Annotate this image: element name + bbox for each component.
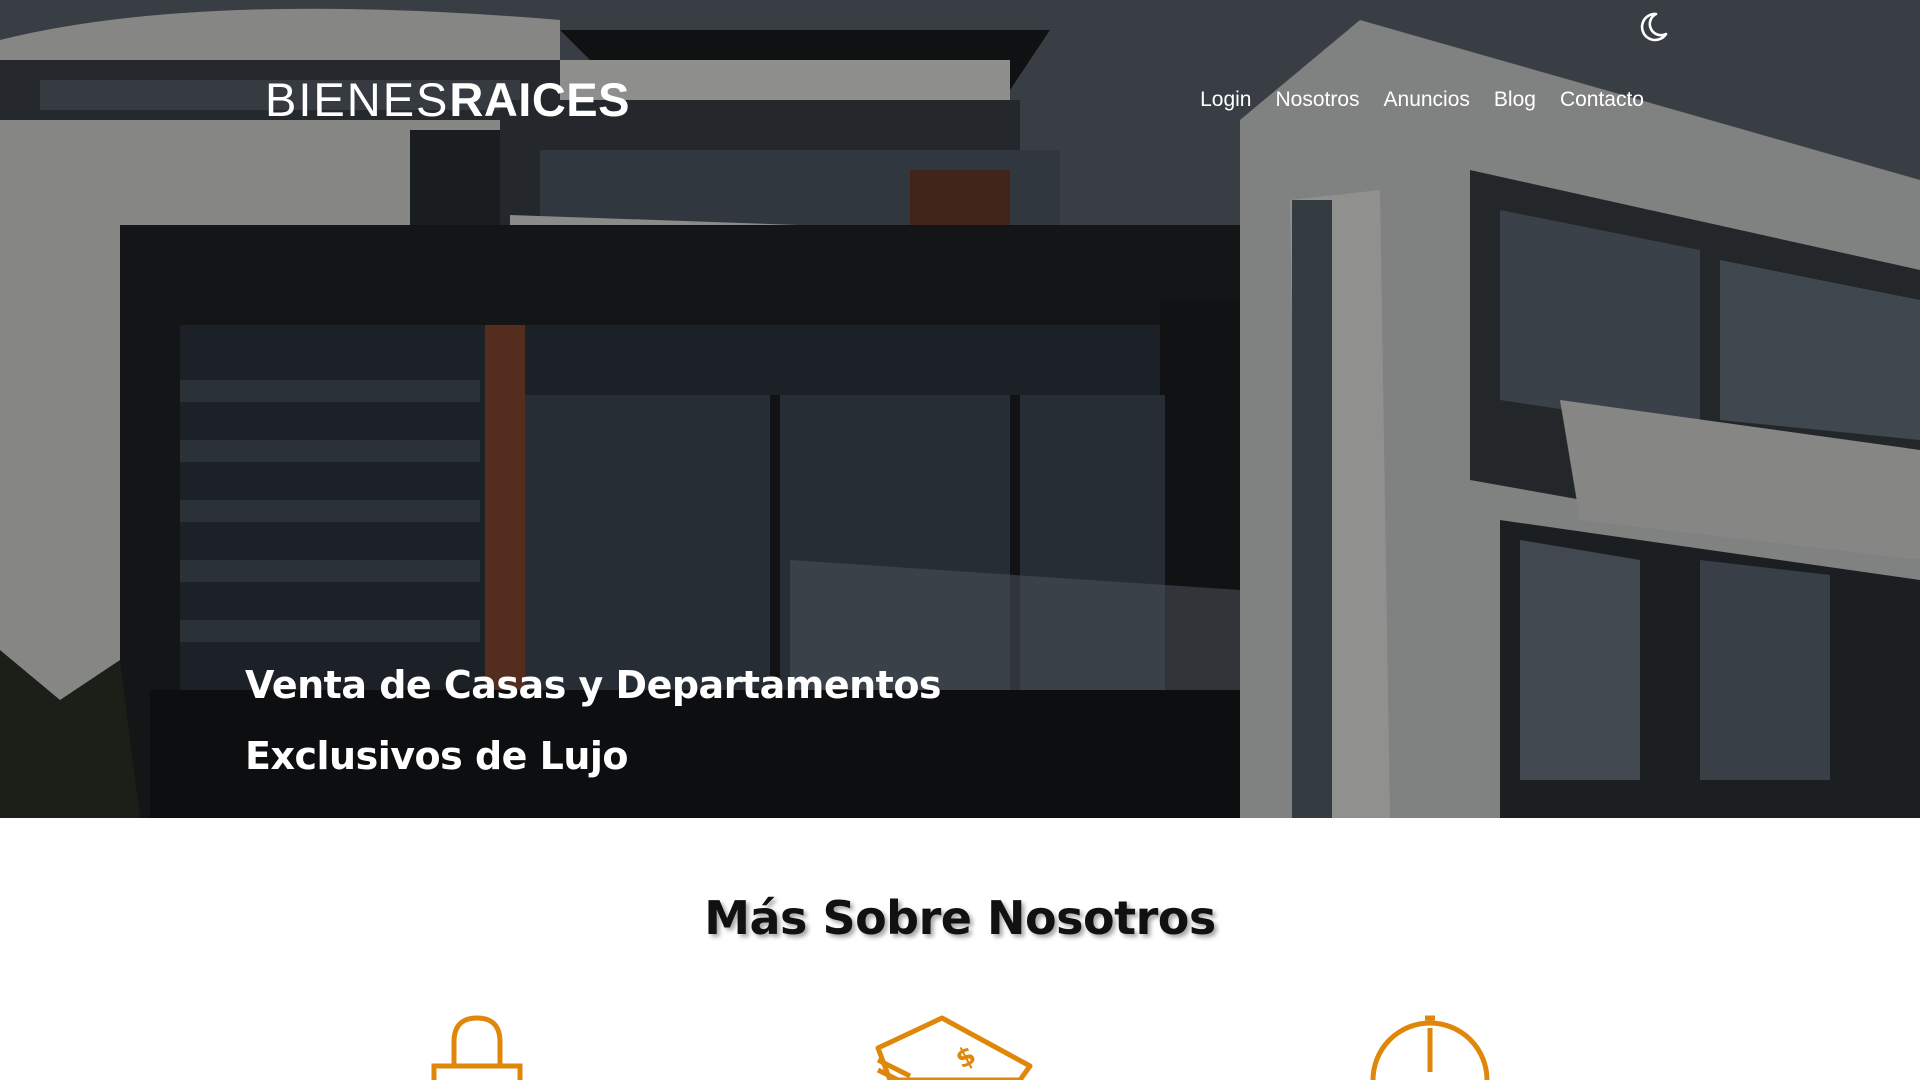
moon-icon bbox=[1640, 12, 1668, 42]
dark-mode-toggle[interactable] bbox=[1634, 8, 1672, 46]
hero-title-line-1: Venta de Casas y Departamentos bbox=[245, 663, 942, 707]
svg-text:$: $ bbox=[951, 1040, 981, 1075]
logo-text-bold: RAICES bbox=[449, 73, 630, 126]
hero-header: BIENESRAICES Login Nosotros Anuncios Blo… bbox=[0, 0, 1920, 818]
clock-icon bbox=[1370, 1015, 1490, 1080]
nav-link-contacto[interactable]: Contacto bbox=[1560, 86, 1644, 114]
site-logo[interactable]: BIENESRAICES bbox=[265, 72, 630, 128]
nav-link-anuncios[interactable]: Anuncios bbox=[1384, 86, 1470, 114]
nav-link-login[interactable]: Login bbox=[1200, 86, 1251, 114]
padlock-icon bbox=[431, 1015, 523, 1080]
nav-link-nosotros[interactable]: Nosotros bbox=[1275, 86, 1359, 114]
logo-text-light: BIENES bbox=[265, 73, 450, 126]
nav-link-blog[interactable]: Blog bbox=[1494, 86, 1536, 114]
hero-title: Venta de Casas y Departamentos Exclusivo… bbox=[245, 650, 1145, 792]
money-icon: $ bbox=[875, 1015, 1033, 1080]
about-heading: Más Sobre Nosotros bbox=[704, 891, 1216, 945]
main-navigation: Login Nosotros Anuncios Blog Contacto bbox=[1200, 86, 1644, 114]
hero-title-line-2: Exclusivos de Lujo bbox=[245, 734, 629, 778]
